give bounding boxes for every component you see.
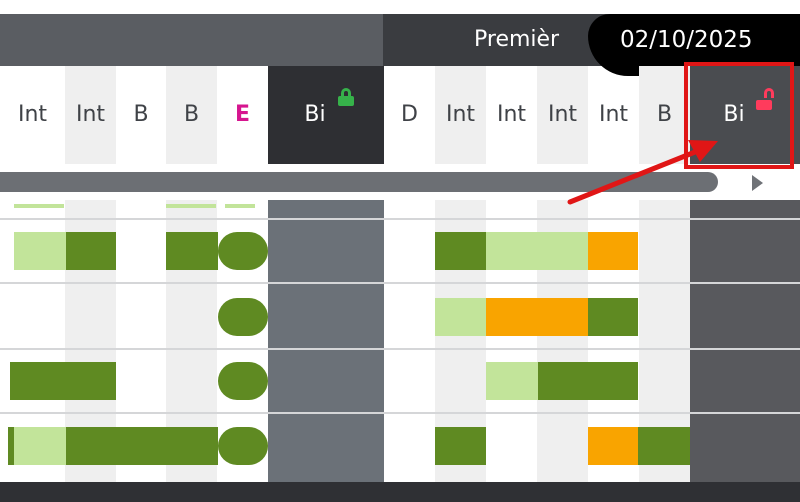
column-header[interactable]: B [166,66,217,164]
shift-cell[interactable] [486,362,538,400]
shift-cell[interactable] [218,298,268,336]
schedule-grid [0,200,800,502]
column-label: B [183,102,200,127]
unlocked-column-background [690,200,800,482]
column-label: Int [445,102,476,127]
shift-fragment [14,204,64,208]
column-header[interactable]: Int [65,66,116,164]
shift-fragment [225,204,255,208]
shift-cell[interactable] [218,427,268,465]
column-label: Int [598,102,629,127]
shift-cell[interactable] [14,427,66,465]
column-header[interactable]: B [639,66,690,164]
column-label: B [656,102,673,127]
footer-bar [0,482,800,502]
column-header-row: Int Int B B E Bi D Int Int Int Int B Bi [0,66,800,164]
column-header[interactable]: D [384,66,435,164]
shift-cell[interactable] [218,362,268,400]
column-label: B [133,102,149,127]
shift-cell[interactable] [588,298,638,336]
column-header[interactable]: E [217,66,268,164]
annotation-highlight-box [684,62,794,169]
column-header[interactable]: Int [0,66,65,164]
shift-cell[interactable] [435,427,486,465]
shift-cell[interactable] [486,232,588,270]
column-header[interactable]: Int [537,66,588,164]
shift-cell[interactable] [588,232,638,270]
column-header[interactable]: Int [588,66,639,164]
column-label: Bi [304,102,326,127]
shift-cell[interactable] [435,298,486,336]
column-header[interactable]: Int [486,66,537,164]
shift-cell[interactable] [166,232,218,270]
horizontal-scrollbar[interactable] [0,172,718,192]
shift-cell[interactable] [218,232,268,270]
shift-cell[interactable] [486,298,588,336]
locked-column-background [268,200,384,482]
column-label: Int [17,102,48,127]
top-bar-left-segment [0,14,383,66]
lock-closed-icon[interactable] [338,88,354,106]
row-divider [0,348,800,350]
column-header-locked[interactable]: Bi [268,66,384,164]
shift-cell[interactable] [638,427,690,465]
shift-cell[interactable] [66,427,218,465]
row-divider [0,218,800,220]
shift-cell[interactable] [588,427,638,465]
shift-cell[interactable] [538,362,638,400]
shift-cell[interactable] [66,232,116,270]
column-label: Int [547,102,578,127]
scroll-right-arrow-icon[interactable] [752,175,763,191]
row-divider [0,282,800,284]
column-header[interactable]: B [116,66,166,164]
shift-cell[interactable] [435,232,486,270]
column-label: Int [75,102,106,127]
shift-cell[interactable] [10,362,116,400]
date-text: 02/10/2025 [620,27,753,53]
shift-cell[interactable] [14,232,66,270]
row-divider [0,412,800,414]
column-label: D [401,102,418,127]
shift-fragment [166,204,216,208]
column-header[interactable]: Int [435,66,486,164]
top-bar: Premièr 02/10/2025 [0,0,800,76]
column-label: E [234,102,251,127]
month-label: Premièr [474,27,560,52]
column-label: Int [496,102,527,127]
